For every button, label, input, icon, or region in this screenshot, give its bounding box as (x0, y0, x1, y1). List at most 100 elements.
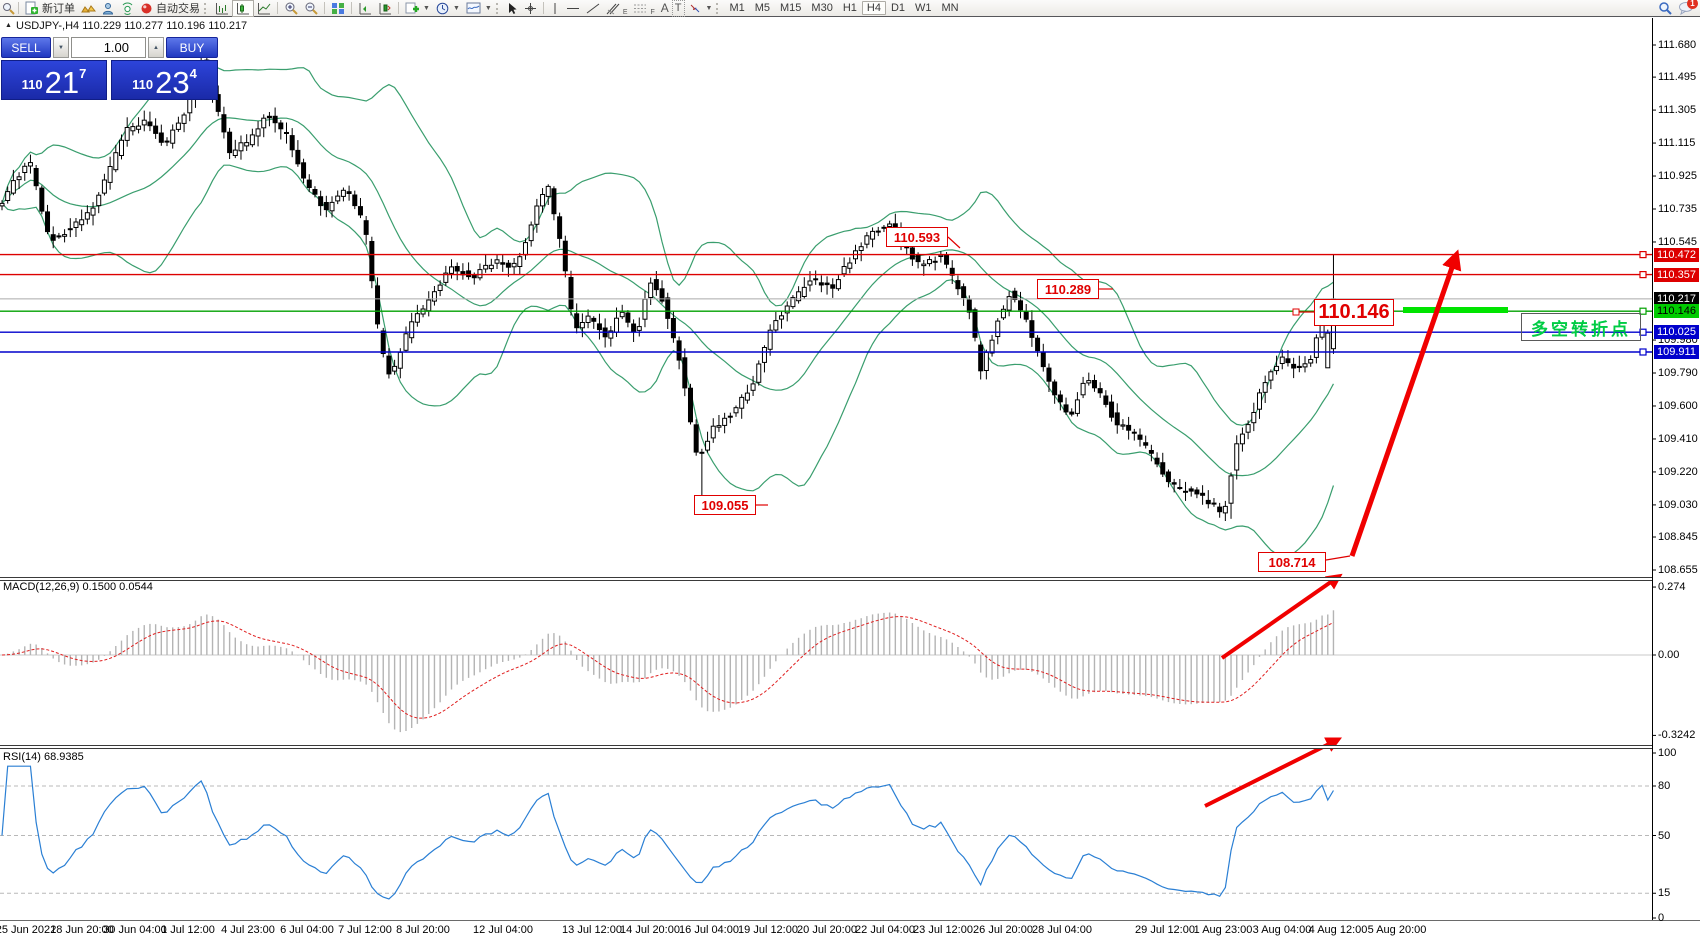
new-order-button[interactable]: 新订单 (22, 1, 78, 16)
price-annotation[interactable]: 108.714 (1258, 552, 1326, 572)
time-tick-label: 7 Jul 12:00 (338, 924, 392, 936)
crosshair-icon[interactable] (521, 1, 540, 16)
cn-note-box[interactable]: 多空转折点 (1521, 313, 1641, 341)
time-tick-label: 5 Aug 20:00 (1368, 924, 1427, 936)
lot-increase-button[interactable]: ▲ (148, 37, 164, 58)
price-annotation[interactable]: 110.146 (1314, 299, 1394, 326)
macd-scale-label: 0.274 (1658, 581, 1686, 593)
zoom-in-icon[interactable] (281, 1, 301, 16)
deposit-icon[interactable] (78, 1, 99, 16)
timeframe-D1[interactable]: D1 (886, 2, 910, 14)
chevron-down-icon: ▼ (453, 5, 460, 12)
tile-windows-icon[interactable] (328, 1, 348, 16)
notification-badge: 1 (1687, 0, 1698, 9)
price-tick-label: 109.030 (1658, 499, 1698, 511)
templates-button[interactable]: ▼ (463, 1, 495, 16)
signal-icon[interactable] (118, 1, 137, 16)
timeframe-M5[interactable]: M5 (750, 2, 775, 14)
rsi-scale-label: 100 (1658, 747, 1676, 759)
price-tick-label: 110.735 (1658, 203, 1697, 215)
horizontal-line-tool-icon[interactable] (563, 1, 583, 16)
autoscroll-icon[interactable] (355, 1, 375, 16)
text-tool[interactable]: A (658, 1, 672, 16)
time-tick-label: 8 Jul 20:00 (396, 924, 450, 936)
line-chart-mode-icon[interactable] (254, 1, 274, 16)
time-tick-label: 26 Jul 20:00 (973, 924, 1033, 936)
price-annotation[interactable]: 109.055 (694, 495, 756, 515)
time-axis[interactable]: 25 Jun 202128 Jun 20:0030 Jun 04:001 Jul… (0, 920, 1700, 938)
buy-button[interactable]: BUY (166, 37, 218, 58)
new-order-icon (25, 1, 39, 15)
buy-price-pips: 23 (155, 70, 189, 96)
time-tick-label: 14 Jul 20:00 (620, 924, 680, 936)
periods-button[interactable]: ▼ (433, 1, 463, 16)
sell-price-pips: 21 (45, 70, 79, 96)
text-label-tool[interactable]: T (672, 0, 685, 17)
sell-button[interactable]: SELL (1, 37, 51, 58)
lot-decrease-button[interactable]: ▼ (53, 37, 69, 58)
chart-canvas[interactable] (0, 0, 1700, 938)
price-axis-line (1652, 18, 1653, 920)
symbol-marker-icon: ▲ (5, 22, 12, 29)
arrows-tool-icon (688, 2, 702, 15)
price-tick-label: 109.790 (1658, 367, 1698, 379)
vertical-line-tool-icon[interactable] (547, 1, 563, 16)
time-tick-label: 6 Jul 04:00 (280, 924, 334, 936)
fibo-sub-label: F (650, 9, 654, 16)
cursor-icon[interactable] (504, 1, 521, 16)
pane-splitter[interactable] (0, 577, 1652, 581)
price-annotation[interactable]: 110.593 (886, 227, 948, 247)
time-tick-label: 13 Jul 12:00 (562, 924, 622, 936)
text-label-tool-label: T (675, 2, 682, 14)
price-badge: 109.911 (1654, 345, 1699, 359)
buy-price-panel[interactable]: 110 23 4 (111, 60, 218, 100)
price-tick-label: 111.680 (1658, 39, 1696, 51)
timeframe-W1[interactable]: W1 (910, 2, 937, 14)
zoom-out-icon[interactable] (301, 1, 321, 16)
sell-price-panel[interactable]: 110 21 7 (1, 60, 107, 100)
arrows-tool-button[interactable]: ▼ (685, 1, 716, 16)
autotrading-button[interactable]: 自动交易 (137, 1, 203, 16)
price-annotation[interactable]: 110.289 (1037, 279, 1099, 299)
notifications-button[interactable]: 1 (1678, 1, 1694, 15)
timeframe-H4[interactable]: H4 (862, 1, 886, 15)
timeframe-MN[interactable]: MN (937, 2, 964, 14)
buy-price-point: 4 (190, 66, 197, 81)
search-icon[interactable] (2, 2, 15, 15)
channel-tool-icon[interactable]: E (603, 1, 631, 16)
fibonacci-tool-icon[interactable]: F (630, 1, 657, 16)
rsi-scale-label: 0 (1658, 912, 1664, 924)
pane-splitter[interactable] (0, 745, 1652, 749)
timeframe-M15[interactable]: M15 (775, 2, 806, 14)
lot-size-input[interactable]: 1.00 (71, 37, 146, 58)
one-click-trading-panel: SELL ▼ 1.00 ▲ BUY 110 21 7 110 23 4 (1, 37, 218, 100)
chart-shift-icon[interactable] (375, 1, 395, 16)
timeframe-M30[interactable]: M30 (806, 2, 837, 14)
time-tick-label: 20 Jul 20:00 (797, 924, 857, 936)
bar-chart-mode-icon[interactable] (212, 1, 232, 16)
account-icon[interactable] (99, 1, 118, 16)
rsi-scale-label: 80 (1658, 780, 1670, 792)
triangle-down-icon: ▼ (58, 45, 64, 51)
time-tick-label: 19 Jul 12:00 (738, 924, 798, 936)
time-tick-label: 29 Jul 12:00 (1135, 924, 1195, 936)
macd-scale-label: 0.00 (1658, 649, 1679, 661)
rsi-scale-label: 50 (1658, 830, 1670, 842)
timeframe-H1[interactable]: H1 (838, 2, 862, 14)
candlestick-mode-icon[interactable] (232, 0, 254, 17)
macd-scale-label: -0.3242 (1658, 729, 1695, 741)
search-icon[interactable] (1658, 1, 1672, 15)
price-tick-label: 110.545 (1658, 236, 1697, 248)
time-tick-label: 30 Jun 04:00 (103, 924, 167, 936)
trendline-tool-icon[interactable] (583, 1, 603, 16)
time-tick-label: 22 Jul 04:00 (855, 924, 915, 936)
clock-icon (436, 2, 449, 15)
autotrading-label: 自动交易 (156, 0, 200, 16)
price-tick-label: 109.220 (1658, 466, 1698, 478)
timeframe-M1[interactable]: M1 (724, 2, 749, 14)
time-tick-label: 28 Jul 04:00 (1032, 924, 1092, 936)
time-tick-label: 23 Jul 12:00 (913, 924, 973, 936)
price-tick-label: 111.305 (1658, 104, 1696, 116)
price-badge: 110.472 (1654, 248, 1699, 262)
indicators-button[interactable]: ▼ (402, 1, 433, 16)
